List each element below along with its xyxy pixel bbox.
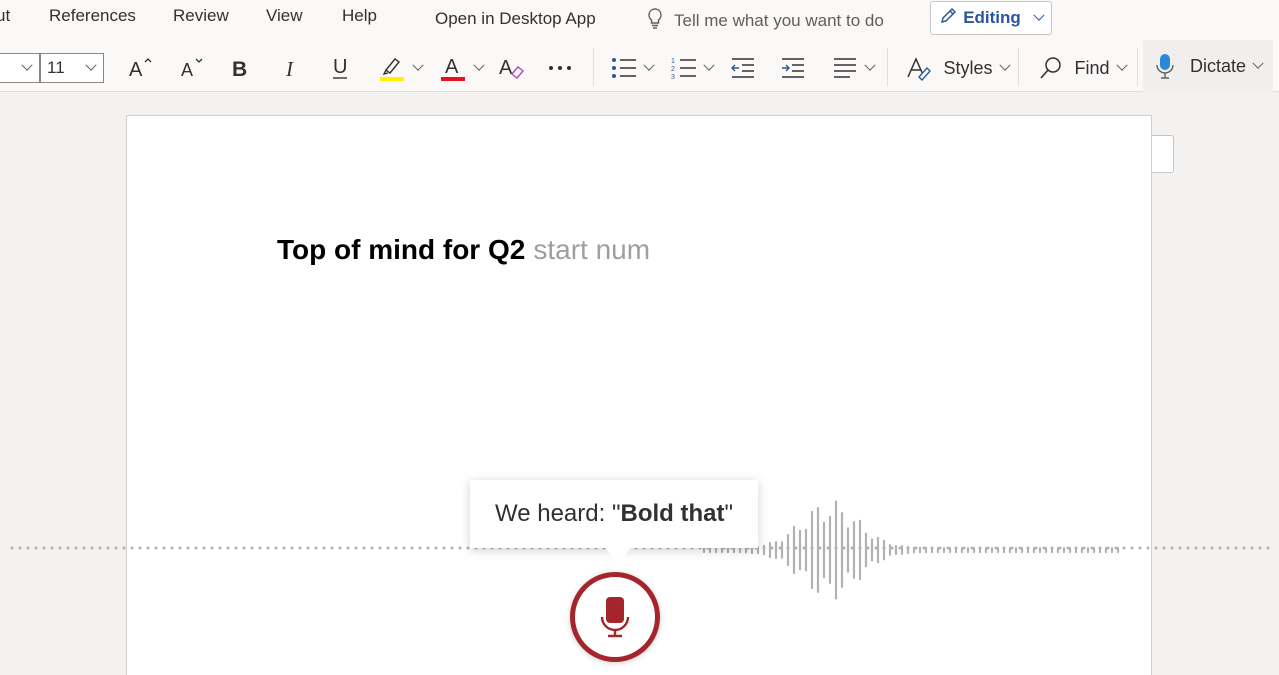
svg-text:1: 1 [671,58,675,65]
align-left-icon [834,58,856,78]
numbered-list-icon: 123 [671,58,696,80]
tell-me-search[interactable]: Tell me what you want to do [646,7,884,34]
font-name-dropdown[interactable] [0,53,40,83]
shrink-font-button[interactable]: A [178,52,206,84]
dictate-button[interactable]: Dictate [1143,40,1273,92]
find-label: Find [1074,57,1110,78]
bold-icon: B [232,58,247,80]
chevron-down-icon [1115,59,1128,71]
svg-text:A: A [445,56,459,78]
decrease-indent-icon [731,58,754,78]
pencil-icon [939,7,957,30]
clear-formatting-button[interactable]: A [497,52,525,84]
styles-label: Styles [943,57,993,78]
underline-icon: U [333,56,347,79]
svg-text:U: U [333,56,347,78]
audio-waveform [702,500,1120,600]
tell-me-text: Tell me what you want to do [674,10,884,30]
underline-button[interactable]: U [327,52,353,84]
chevron-down-icon [864,59,876,71]
page-side-tab[interactable] [1152,135,1174,173]
menu-bar: ut References Review View Help Open in D… [0,0,1279,40]
document-line[interactable]: Top of mind for Q2 start num [277,234,650,266]
chevron-down-icon [998,59,1011,71]
we-heard-prefix: We heard: " [495,500,621,527]
decrease-indent-button[interactable] [729,52,757,84]
chevron-down-icon [85,59,97,71]
tooltip-pointer [604,546,632,564]
microphone-icon [1156,54,1174,79]
editing-label: Editing [963,8,1021,27]
svg-text:B: B [232,58,247,80]
svg-text:A: A [129,59,143,80]
chevron-down-icon [1252,57,1264,69]
we-heard-tooltip: We heard: " Bold that " [470,480,758,548]
font-color-button[interactable]: A [436,52,486,84]
find-button[interactable]: Find [1034,52,1130,84]
more-icon [549,66,571,70]
menu-tab-help[interactable]: Help [342,6,377,26]
clear-formatting-icon: A [499,57,525,79]
svg-text:A: A [181,60,193,80]
grow-font-button[interactable]: A [126,52,154,84]
microphone-icon [600,597,630,638]
increase-indent-button[interactable] [779,52,807,84]
dictate-label: Dictate [1189,55,1247,76]
increase-indent-icon [782,58,804,78]
font-size-value: 11 [47,58,65,77]
chevron-down-icon [1033,9,1045,21]
grow-font-icon: A [129,58,152,80]
menu-tab-layout[interactable]: ut [0,6,10,26]
chevron-down-icon [21,59,33,71]
ribbon-divider [593,48,594,86]
bullets-button[interactable] [608,52,656,84]
more-options-button[interactable] [546,52,574,84]
editing-mode-button[interactable]: Editing [930,1,1052,35]
svg-text:A: A [499,57,513,79]
font-size-dropdown[interactable]: 11 [40,53,104,83]
we-heard-suffix: " [724,500,733,527]
bullet-list-icon [612,58,636,78]
search-icon [1040,57,1062,79]
svg-text:2: 2 [671,66,675,73]
highlight-color-button[interactable] [374,52,426,84]
svg-text:3: 3 [671,74,675,80]
heard-command: Bold that [620,500,725,527]
lightbulb-icon [646,7,664,34]
styles-icon [907,57,932,81]
svg-text:I: I [285,57,294,80]
shrink-font-icon: A [181,58,203,80]
chevron-down-icon [643,59,655,71]
chevron-down-icon [703,59,715,71]
numbering-button[interactable]: 123 [668,52,716,84]
dictation-mic-button[interactable] [570,572,660,662]
styles-button[interactable]: Styles [902,52,1012,84]
menu-tab-view[interactable]: View [266,6,303,26]
align-button[interactable] [829,52,877,84]
dictation-interim-text: start num [533,234,651,265]
menu-tab-review[interactable]: Review [173,6,229,26]
document-heading: Top of mind for Q2 [277,234,526,265]
open-desktop-app-button[interactable]: Open in Desktop App [435,9,596,29]
font-color-icon: A [441,56,465,81]
italic-icon: I [285,57,294,80]
chevron-down-icon [412,59,424,71]
chevron-down-icon [473,59,485,71]
ribbon-divider [887,48,888,86]
highlighter-icon [380,58,404,81]
ribbon-toolbar: 11 A A B I U A A 123 Styles Find Dictate [0,40,1279,92]
ribbon-divider [1018,48,1019,86]
italic-button[interactable]: I [278,52,302,84]
menu-tab-references[interactable]: References [49,6,136,26]
ribbon-divider [1137,48,1138,86]
bold-button[interactable]: B [226,52,252,84]
